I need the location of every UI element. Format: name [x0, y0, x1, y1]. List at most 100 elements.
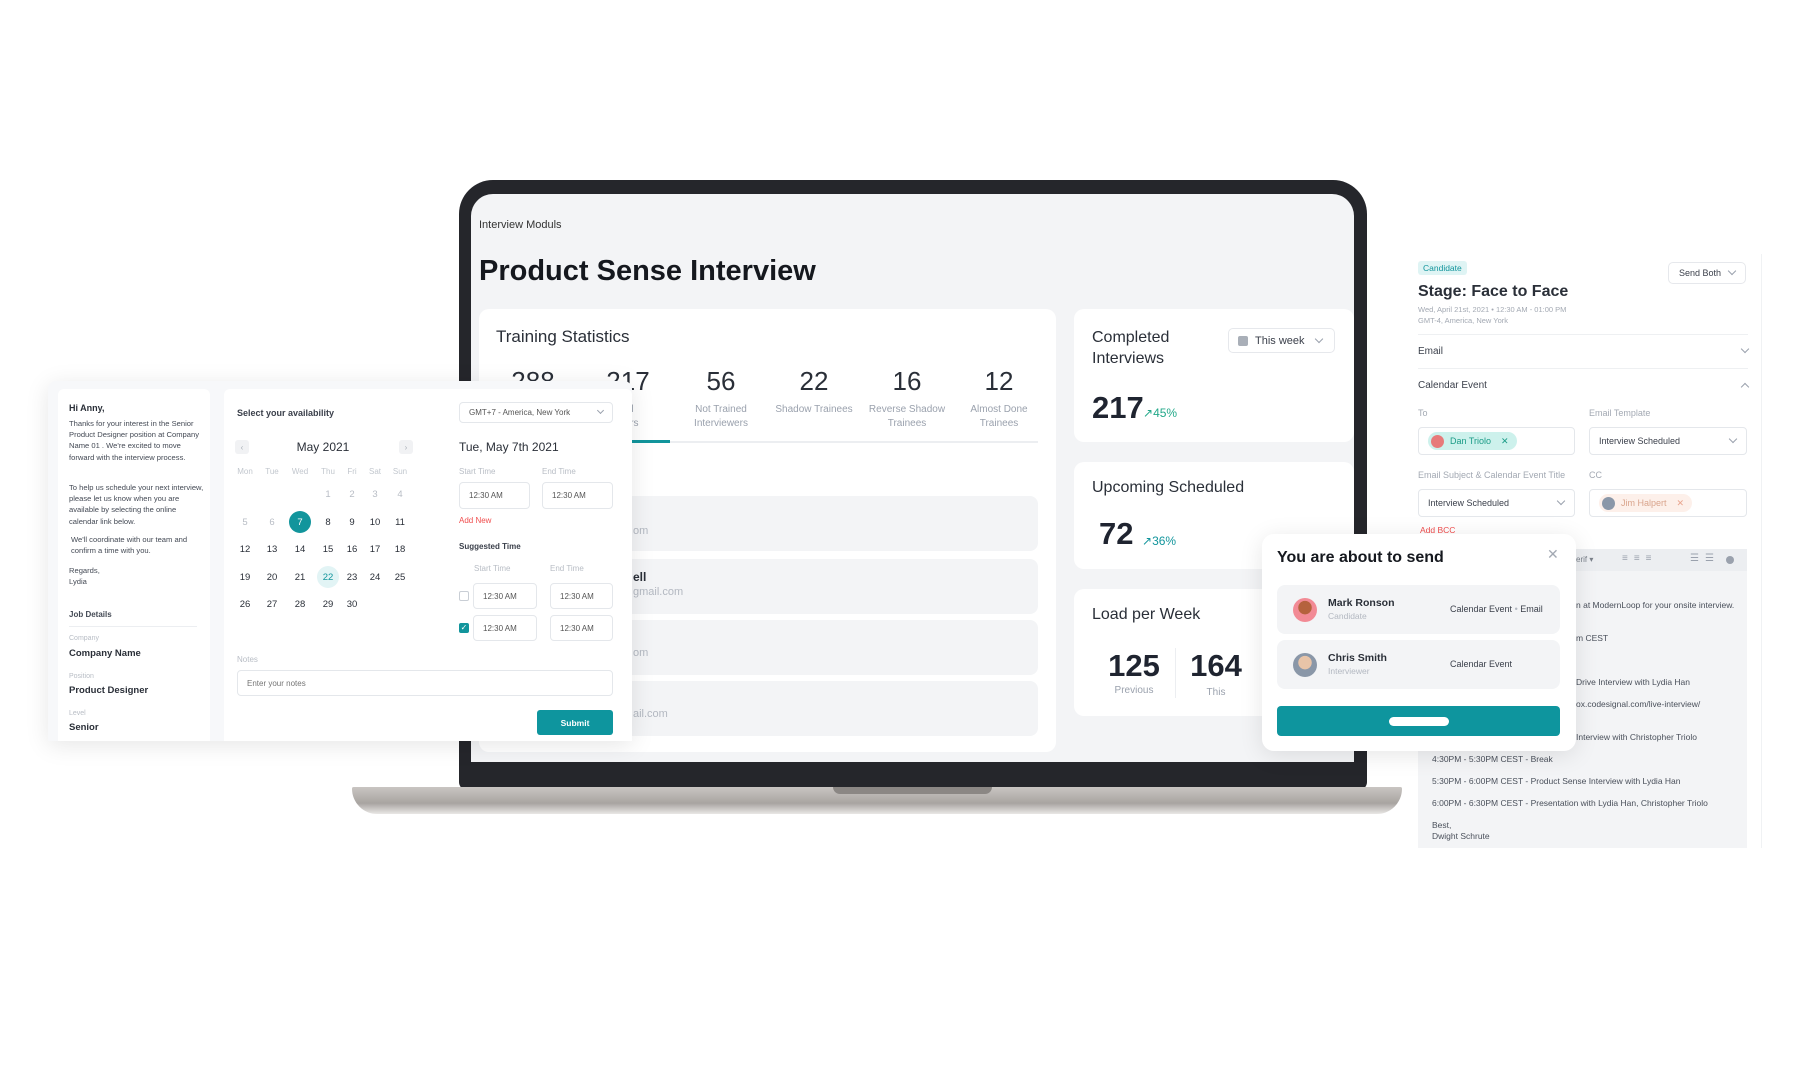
- remove-icon[interactable]: ✕: [1501, 436, 1509, 447]
- stat-item[interactable]: 56 Not Trained Interviewers: [671, 366, 771, 431]
- list-icons[interactable]: ☰☰: [1690, 553, 1720, 564]
- stat-item[interactable]: 16 Reverse Shadow Trainees: [857, 366, 957, 431]
- avatar: [1293, 653, 1317, 677]
- calendar-day[interactable]: 10: [364, 511, 386, 533]
- company-value: Company Name: [69, 648, 141, 659]
- chevron-down-icon: [1728, 434, 1738, 444]
- calendar-day[interactable]: 20: [261, 566, 283, 588]
- notes-label: Notes: [237, 655, 258, 664]
- candidate-badge: Candidate: [1418, 261, 1467, 275]
- suggested-end-input[interactable]: 12:30 AM: [550, 583, 613, 609]
- load-previous-value: 125: [1108, 648, 1160, 683]
- calendar-day[interactable]: 29: [317, 593, 339, 615]
- calendar-day[interactable]: 15: [317, 538, 339, 560]
- avatar: [1431, 434, 1444, 448]
- job-details-heading: Job Details: [69, 610, 112, 619]
- to-field[interactable]: Dan Triolo ✕: [1418, 427, 1575, 455]
- calendar-day[interactable]: 1: [317, 483, 339, 505]
- stat-item[interactable]: 22 Shadow Trainees: [764, 366, 864, 417]
- calendar-day[interactable]: 4: [389, 483, 411, 505]
- stat-item[interactable]: 12 Almost Done Trainees: [949, 366, 1049, 431]
- next-month-button[interactable]: ›: [399, 440, 413, 454]
- calendar-day[interactable]: 21: [289, 566, 311, 588]
- calendar-day[interactable]: 9: [341, 511, 363, 533]
- send-mode-select[interactable]: Send Both: [1668, 262, 1746, 284]
- calendar-day[interactable]: 7: [289, 511, 311, 533]
- weekday-label: Tue: [265, 467, 279, 476]
- start-time-input[interactable]: 12:30 AM: [459, 482, 530, 509]
- remove-icon[interactable]: ✕: [1677, 498, 1685, 509]
- suggested-checkbox[interactable]: [459, 591, 469, 601]
- calendar-day[interactable]: 11: [389, 511, 411, 533]
- calendar-day[interactable]: 25: [389, 566, 411, 588]
- send-mode-value: Send Both: [1678, 268, 1722, 278]
- position-label: Position: [69, 673, 94, 680]
- align-icons[interactable]: ≡≡≡: [1622, 553, 1658, 564]
- color-icon[interactable]: [1726, 556, 1734, 564]
- email-body-line: Dwight Schrute: [1432, 831, 1490, 841]
- calendar-day[interactable]: 30: [341, 593, 363, 615]
- calendar-day[interactable]: 23: [341, 566, 363, 588]
- template-label: Email Template: [1589, 408, 1651, 418]
- message-paragraph: Thanks for your interest in the Senior P…: [69, 419, 200, 462]
- email-body-line: n at ModernLoop for your onsite intervie…: [1576, 600, 1735, 610]
- calendar-day[interactable]: 18: [389, 538, 411, 560]
- channel: Calendar Event: [1450, 604, 1513, 614]
- chevron-down-icon: [1556, 496, 1566, 506]
- notes-input[interactable]: [237, 670, 613, 696]
- start-time-label: Start Time: [459, 467, 496, 476]
- calendar-day[interactable]: 16: [341, 538, 363, 560]
- to-label: To: [1418, 408, 1428, 418]
- calendar-day[interactable]: 17: [364, 538, 386, 560]
- cc-chip: Jim Halpert ✕: [1599, 494, 1693, 512]
- prev-month-button[interactable]: ‹: [235, 440, 249, 454]
- chevron-down-icon: [596, 406, 605, 415]
- calendar-day[interactable]: 2: [341, 483, 363, 505]
- cc-field[interactable]: Jim Halpert ✕: [1589, 489, 1747, 517]
- recipient-chip: Dan Triolo ✕: [1428, 432, 1517, 450]
- period-select[interactable]: This week: [1228, 328, 1335, 353]
- add-new-link[interactable]: Add New: [459, 516, 491, 525]
- chevron-down-icon: [1314, 334, 1323, 343]
- send-button[interactable]: [1277, 706, 1560, 736]
- calendar-day[interactable]: 13: [261, 538, 283, 560]
- signature: Lydia: [69, 577, 87, 586]
- divider: [69, 626, 197, 627]
- month-label: May 2021: [296, 440, 350, 454]
- calendar-day[interactable]: 14: [289, 538, 311, 560]
- stat-label: Reverse Shadow: [868, 404, 946, 415]
- stat-label: Trainees: [887, 418, 927, 429]
- timezone-select[interactable]: GMT+7 - America, New York: [459, 402, 613, 423]
- calendar-day[interactable]: 8: [317, 511, 339, 533]
- calendar-day[interactable]: 3: [364, 483, 386, 505]
- calendar-section-toggle[interactable]: Calendar Event: [1418, 380, 1750, 392]
- calendar-day[interactable]: 5: [234, 511, 256, 533]
- suggested-start-input[interactable]: 12:30 AM: [473, 583, 537, 609]
- completed-title: Completed Interviews: [1092, 329, 1170, 367]
- calendar-day[interactable]: 19: [234, 566, 256, 588]
- email-section-toggle[interactable]: Email: [1418, 344, 1750, 357]
- subject-value: Interview Scheduled: [1428, 498, 1510, 508]
- channel: Email: [1520, 604, 1543, 614]
- breadcrumb[interactable]: Interview Moduls: [479, 219, 562, 231]
- calendar-day[interactable]: 28: [289, 593, 311, 615]
- chevron-down-icon: [1727, 266, 1737, 276]
- calendar-section-label: Calendar Event: [1418, 380, 1487, 391]
- calendar-day[interactable]: 6: [261, 511, 283, 533]
- submit-button[interactable]: Submit: [537, 710, 613, 735]
- close-icon[interactable]: ✕: [1547, 546, 1559, 563]
- suggested-start-input[interactable]: 12:30 AM: [473, 615, 537, 641]
- calendar-day[interactable]: 26: [234, 593, 256, 615]
- suggested-end-input[interactable]: 12:30 AM: [550, 615, 613, 641]
- font-menu[interactable]: erif ▾: [1576, 555, 1593, 564]
- stat-value: 12: [984, 366, 1014, 396]
- calendar-day[interactable]: 27: [261, 593, 283, 615]
- calendar-day[interactable]: 24: [364, 566, 386, 588]
- laptop-notch: [833, 787, 992, 794]
- email-template-select[interactable]: Interview Scheduled: [1589, 427, 1747, 455]
- calendar-day[interactable]: 12: [234, 538, 256, 560]
- calendar-day[interactable]: 22: [317, 566, 339, 588]
- end-time-input[interactable]: 12:30 AM: [542, 482, 613, 509]
- suggested-checkbox-checked[interactable]: ✓: [459, 623, 469, 633]
- subject-select[interactable]: Interview Scheduled: [1418, 489, 1575, 517]
